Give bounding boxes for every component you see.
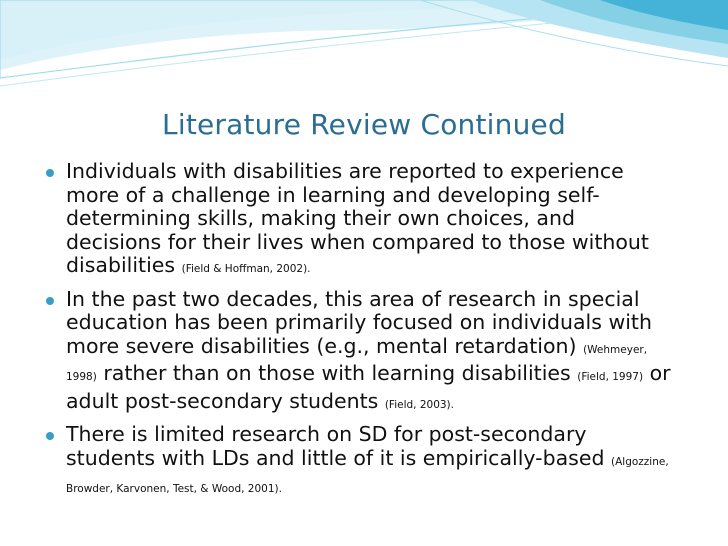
bullet-text: Individuals with disabilities are report… bbox=[66, 159, 649, 277]
bullet-text: rather than on those with learning disab… bbox=[103, 361, 571, 385]
citation: (Field, 1997) bbox=[577, 371, 644, 383]
citation: (Field & Hoffman, 2002). bbox=[181, 263, 311, 275]
bullet-dot-icon bbox=[46, 296, 54, 305]
bullet-item: Individuals with disabilities are report… bbox=[46, 159, 676, 282]
bullet-text: In the past two decades, this area of re… bbox=[66, 286, 652, 358]
bullet-text: There is limited research on SD for post… bbox=[66, 422, 605, 470]
bullet-item: There is limited research on SD for post… bbox=[46, 422, 676, 502]
citation: (Field, 2003). bbox=[384, 398, 454, 411]
slide: Literature Review Continued Individuals … bbox=[0, 0, 728, 546]
bullet-list: Individuals with disabilities are report… bbox=[46, 159, 676, 508]
bullet-dot-icon bbox=[46, 169, 54, 177]
header-wave-decoration bbox=[0, 0, 728, 87]
bullet-dot-icon bbox=[46, 432, 54, 440]
slide-title: Literature Review Continued bbox=[162, 108, 566, 141]
bullet-item: In the past two decades, this area of re… bbox=[46, 286, 676, 418]
